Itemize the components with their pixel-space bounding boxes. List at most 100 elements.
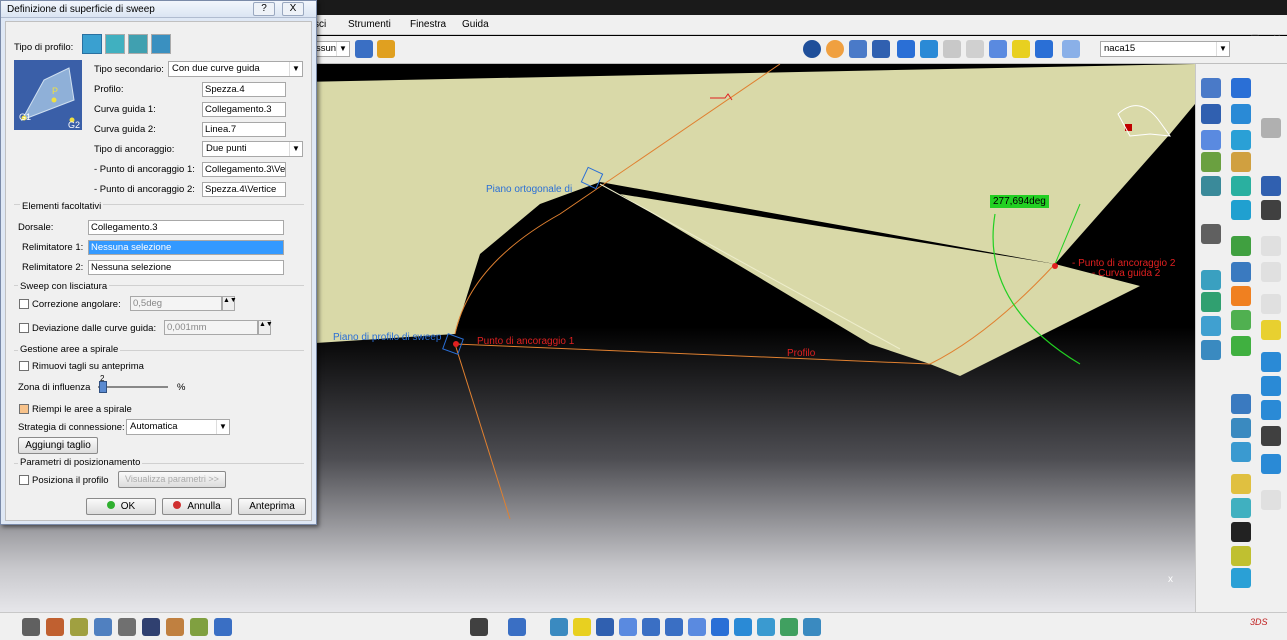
spine-field[interactable]: Collegamento.3 [88,220,284,235]
transform-icon[interactable] [1261,400,1281,420]
grid-icon[interactable] [1231,78,1251,98]
loft-icon[interactable] [1201,292,1221,312]
fly-mode-icon[interactable] [803,40,821,58]
pan-icon[interactable] [596,618,614,636]
deviation-checkbox[interactable] [19,323,29,333]
hierarchy-icon[interactable] [989,40,1007,58]
offset-icon[interactable] [1261,320,1281,340]
measure-icon[interactable] [94,618,112,636]
camera-icon[interactable] [214,618,232,636]
preview-button[interactable]: Anteprima [238,498,306,515]
menu-item-window[interactable]: Finestra [410,19,446,30]
deviation-field[interactable]: 0,001mm [164,320,258,335]
scale-icon[interactable] [1231,442,1251,462]
gear-icon[interactable] [22,618,40,636]
rotate-view-icon[interactable] [619,618,637,636]
capture-icon[interactable] [470,618,488,636]
hand-icon[interactable] [943,40,961,58]
view-mode-combo[interactable]: ssuno ▼ [312,41,350,57]
explicit-profile-icon[interactable] [82,34,102,54]
box-icon[interactable] [920,40,938,58]
curvature-icon[interactable] [1261,490,1281,510]
line-profile-icon[interactable] [105,34,125,54]
conic-profile-icon[interactable] [151,34,171,54]
position-profile-checkbox[interactable] [19,475,29,485]
stack-icon[interactable] [1035,40,1053,58]
cancel-button[interactable]: Annulla [162,498,232,515]
zoom-in-icon[interactable] [642,618,660,636]
affinity-icon[interactable] [1261,454,1281,474]
page-icon[interactable] [1201,130,1221,150]
brush-icon[interactable] [377,40,395,58]
circle-profile-icon[interactable] [128,34,148,54]
ok-button[interactable]: OK [86,498,156,515]
blend-icon[interactable] [1231,310,1251,330]
angular-correction-checkbox[interactable] [19,299,29,309]
remove-cuts-checkbox[interactable] [19,361,29,371]
search-icon[interactable] [1012,40,1030,58]
help-button[interactable]: ? [253,2,275,16]
close-button[interactable]: X [282,2,304,16]
boundary-icon[interactable] [1261,376,1281,396]
extract-icon[interactable] [1231,200,1251,220]
plane-icon[interactable] [1231,236,1251,256]
angle-value[interactable]: 277,694deg [990,195,1049,208]
split-icon[interactable] [1231,336,1251,356]
angular-spinner[interactable]: ▲▼ [222,296,237,311]
law-icon[interactable] [1231,546,1251,566]
anchor-type-combo[interactable]: Due punti ▼ [202,141,303,157]
swap-space-icon[interactable] [803,618,821,636]
subtype-combo[interactable]: Con due curve guida ▼ [168,61,303,77]
trim-icon[interactable] [1261,352,1281,372]
tree-icon[interactable] [849,40,867,58]
catalog-icon[interactable] [142,618,160,636]
normal-view-icon[interactable] [688,618,706,636]
connection-combo[interactable]: Automatica ▼ [126,419,230,435]
extrude-icon[interactable] [1201,270,1221,290]
angular-field[interactable]: 0,5deg [130,296,222,311]
fillet-icon[interactable] [1231,176,1251,196]
layer-icon[interactable] [1062,40,1080,58]
point-icon[interactable] [1201,176,1221,196]
menu-item-tools[interactable]: Strumenti [348,19,391,30]
fill-spiral-checkbox[interactable] [19,404,29,414]
circle-icon[interactable] [1231,152,1251,172]
settings-icon[interactable] [118,618,136,636]
swap-icon[interactable] [508,618,526,636]
symmetry-icon[interactable] [1261,426,1281,446]
iso-view-icon[interactable] [734,618,752,636]
line-icon[interactable] [1261,262,1281,282]
relim1-field[interactable]: Nessuna selezione [88,240,284,255]
light-icon[interactable] [190,618,208,636]
cursor-icon[interactable] [1261,176,1281,196]
menu-item-help[interactable]: Guida [462,19,489,30]
curve-icon[interactable] [1231,130,1251,150]
cut-icon[interactable] [70,618,88,636]
sweep-icon[interactable] [1231,286,1251,306]
dots-icon[interactable] [1201,104,1221,124]
tool-icon[interactable] [1201,224,1221,244]
spiral-icon[interactable] [1261,294,1281,314]
cube-icon[interactable] [897,40,915,58]
deviation-spinner[interactable]: ▲▼ [258,320,273,335]
draft-icon[interactable] [1231,498,1251,518]
fill-icon[interactable] [1201,316,1221,336]
sketch-icon[interactable] [1261,236,1281,256]
sketch-icon[interactable] [355,40,373,58]
influence-slider[interactable] [99,381,107,393]
anchor2-field[interactable]: Spezza.4\Vertice [202,182,286,197]
fit-all-icon[interactable] [573,618,591,636]
pan-icon[interactable] [826,40,844,58]
guide2-field[interactable]: Linea.7 [202,122,286,137]
table-icon[interactable] [1261,118,1281,138]
box-icon[interactable] [1231,522,1251,542]
axis-icon[interactable] [1201,78,1221,98]
multi-view-icon[interactable] [711,618,729,636]
add-cut-button[interactable]: Aggiungi taglio [18,437,98,454]
fillet-icon[interactable] [966,40,984,58]
grid-icon[interactable] [872,40,890,58]
fly-icon[interactable] [550,618,568,636]
anchor-point-1[interactable] [453,341,459,347]
knowledge-icon[interactable] [1231,568,1251,588]
shading-icon[interactable] [757,618,775,636]
